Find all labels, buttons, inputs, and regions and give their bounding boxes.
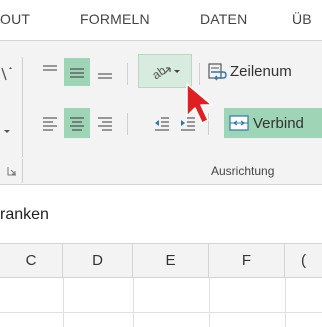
wrap-text-label[interactable]: Zeilenum: [230, 63, 292, 80]
ribbon-divider: [0, 184, 322, 185]
column-header-c[interactable]: C: [0, 244, 63, 277]
column-header-e[interactable]: E: [133, 244, 209, 277]
align-right-icon[interactable]: [92, 111, 118, 135]
align-top-icon[interactable]: [38, 59, 62, 83]
group-separator: [22, 57, 23, 157]
column-header-d[interactable]: D: [63, 244, 133, 277]
grid-line: [63, 278, 64, 327]
column-header-g[interactable]: (: [285, 244, 322, 277]
font-size-increase-icon[interactable]: [0, 63, 14, 85]
grid-line: [133, 278, 134, 327]
merge-cells-icon: [229, 115, 249, 131]
column-header-row: C D E F (: [0, 243, 322, 278]
group-separator: [22, 159, 23, 183]
tab-daten[interactable]: DATEN: [200, 11, 247, 27]
dropdown-arrow-icon[interactable]: [0, 121, 14, 141]
divider: [127, 113, 128, 135]
dialog-launcher-icon[interactable]: [6, 165, 18, 177]
merge-center-button[interactable]: Verbind: [224, 108, 322, 138]
align-center-icon[interactable]: [64, 108, 90, 138]
ribbon-panel: ab Zeilenum Verbind Ausrichtung: [0, 41, 322, 184]
grid-line: [209, 278, 210, 327]
tab-ueberpruefen[interactable]: ÜB: [292, 11, 312, 27]
merge-label: Verbind: [253, 114, 304, 132]
grid-line: [0, 312, 322, 313]
cell-grid[interactable]: [0, 278, 322, 327]
column-header-f[interactable]: F: [209, 244, 285, 277]
decrease-indent-icon[interactable]: [150, 111, 174, 135]
align-bottom-icon[interactable]: [92, 59, 118, 87]
mouse-cursor-icon: [186, 83, 213, 124]
group-label-ausrichtung: Ausrichtung: [211, 164, 275, 178]
name-box[interactable]: ranken: [0, 206, 49, 224]
tab-layout[interactable]: OUT: [0, 11, 30, 27]
divider: [127, 63, 128, 85]
align-middle-icon[interactable]: [64, 58, 90, 86]
grid-line: [285, 278, 286, 327]
tab-formeln[interactable]: FORMELN: [80, 11, 150, 27]
ribbon-tab-bar: OUT FORMELN DATEN ÜB: [0, 0, 322, 40]
align-left-icon[interactable]: [38, 111, 62, 135]
name-box-row: ranken: [0, 195, 322, 235]
